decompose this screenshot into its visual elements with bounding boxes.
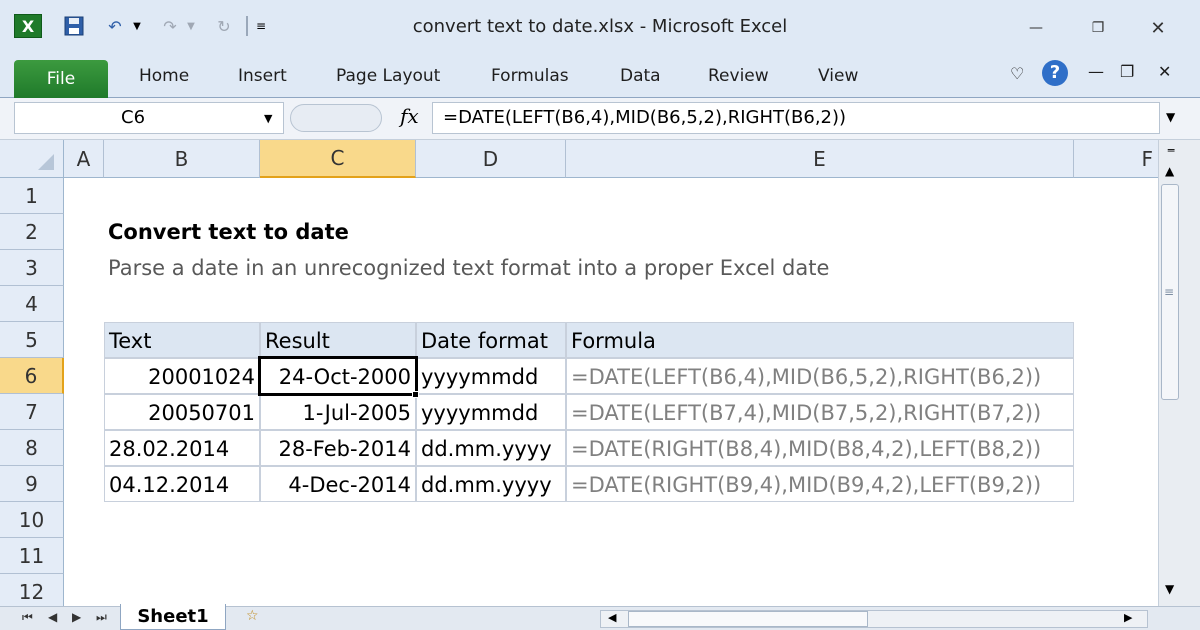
table-cell[interactable]: dd.mm.yyyy (416, 466, 566, 502)
active-cell-outline (258, 356, 418, 396)
row-header-7[interactable]: 7 (0, 394, 64, 430)
table-cell[interactable]: 1-Jul-2005 (260, 394, 416, 430)
column-header-c[interactable]: C (260, 140, 416, 178)
tab-page-layout[interactable]: Page Layout (336, 66, 440, 86)
sheet-subtitle[interactable]: Parse a date in an unrecognized text for… (104, 250, 833, 286)
scroll-down-icon[interactable]: ▼ (1165, 582, 1174, 596)
save-icon[interactable] (62, 14, 86, 38)
vertical-scroll-thumb[interactable]: ≡ (1161, 184, 1179, 400)
row-header-4[interactable]: 4 (0, 286, 64, 322)
redo-icon[interactable]: ↷ (156, 14, 184, 38)
help-icon[interactable]: ? (1042, 60, 1068, 86)
worksheet-grid[interactable]: A B C D E F 1 2 3 4 5 6 7 8 9 10 11 12 C… (0, 140, 1158, 606)
prev-sheet-icon[interactable]: ◀ (48, 610, 57, 624)
table-cell[interactable]: 28-Feb-2014 (260, 430, 416, 466)
chevron-down-icon[interactable]: ▼ (264, 112, 272, 125)
row-header-12[interactable]: 12 (0, 574, 64, 606)
fx-icon[interactable]: fx (400, 104, 419, 128)
separator (246, 16, 248, 36)
row-header-6[interactable]: 6 (0, 358, 64, 394)
ribbon-tab-bar: Home Insert Page Layout Formulas Data Re… (0, 52, 1200, 98)
tab-data[interactable]: Data (620, 66, 661, 86)
table-cell[interactable]: =DATE(LEFT(B7,4),MID(B7,5,2),RIGHT(B7,2)… (566, 394, 1074, 430)
column-header-d[interactable]: D (416, 140, 566, 178)
minimize-icon[interactable]: — (1024, 18, 1048, 38)
workbook-minimize-icon[interactable]: — (1088, 62, 1104, 81)
table-cell[interactable]: =DATE(RIGHT(B8,4),MID(B8,4,2),LEFT(B8,2)… (566, 430, 1074, 466)
tab-home[interactable]: Home (139, 66, 189, 86)
title-bar: X ↶ ▼ ↷ ▼ ↻ ≡ convert text to date.xlsx … (0, 0, 1200, 52)
table-cell[interactable]: 4-Dec-2014 (260, 466, 416, 502)
last-sheet-icon[interactable]: ⏭ (96, 610, 107, 625)
formula-bar: C6 ▼ fx =DATE(LEFT(B6,4),MID(B6,5,2),RIG… (0, 98, 1200, 140)
row-header-10[interactable]: 10 (0, 502, 64, 538)
chevron-down-icon[interactable]: ▼ (130, 14, 144, 38)
refresh-icon[interactable]: ↻ (210, 14, 238, 38)
table-cell[interactable]: 28.02.2014 (104, 430, 260, 466)
grip-icon: ≡ (1164, 285, 1175, 299)
scroll-left-icon[interactable]: ◀ (608, 611, 616, 624)
table-cell[interactable]: 20050701 (104, 394, 260, 430)
formula-bar-divider[interactable] (290, 104, 382, 132)
row-header-5[interactable]: 5 (0, 322, 64, 358)
expand-formula-bar-icon[interactable]: ▼ (1166, 110, 1175, 124)
chevron-down-icon[interactable]: ▼ (184, 14, 198, 38)
split-box-icon[interactable]: ═ (1163, 144, 1179, 158)
table-header-date-format[interactable]: Date format (416, 322, 566, 358)
table-cell[interactable]: yyyymmdd (416, 358, 566, 394)
tab-file[interactable]: File (14, 60, 108, 98)
table-cell[interactable]: dd.mm.yyyy (416, 430, 566, 466)
select-all-corner[interactable] (0, 140, 64, 178)
row-header-3[interactable]: 3 (0, 250, 64, 286)
table-header-text[interactable]: Text (104, 322, 260, 358)
row-header-8[interactable]: 8 (0, 430, 64, 466)
row-header-2[interactable]: 2 (0, 214, 64, 250)
workbook-restore-icon[interactable]: ❐ (1120, 62, 1134, 81)
scroll-up-icon[interactable]: ▲ (1165, 164, 1174, 178)
undo-icon[interactable]: ↶ (100, 14, 130, 38)
table-header-result[interactable]: Result (260, 322, 416, 358)
row-header-9[interactable]: 9 (0, 466, 64, 502)
next-sheet-icon[interactable]: ▶ (72, 610, 81, 624)
table-header-formula[interactable]: Formula (566, 322, 1074, 358)
tab-review[interactable]: Review (708, 66, 769, 86)
name-box[interactable]: C6 (14, 102, 284, 134)
tab-insert[interactable]: Insert (238, 66, 287, 86)
table-cell[interactable]: 04.12.2014 (104, 466, 260, 502)
column-header-f[interactable]: F (1074, 140, 1158, 178)
minimize-ribbon-icon[interactable]: ♡ (1010, 64, 1024, 83)
formula-input[interactable]: =DATE(LEFT(B6,4),MID(B6,5,2),RIGHT(B6,2)… (432, 102, 1160, 134)
row-header-1[interactable]: 1 (0, 178, 64, 214)
tab-view[interactable]: View (818, 66, 858, 86)
column-header-b[interactable]: B (104, 140, 260, 178)
first-sheet-icon[interactable]: ⏮ (22, 610, 33, 625)
scroll-right-icon[interactable]: ▶ (1124, 611, 1132, 624)
sheet-title[interactable]: Convert text to date (104, 214, 353, 250)
excel-logo-icon[interactable]: X (14, 14, 42, 38)
table-cell[interactable]: 20001024 (104, 358, 260, 394)
workbook-close-icon[interactable]: ✕ (1158, 62, 1171, 81)
restore-icon[interactable]: ❐ (1086, 18, 1110, 38)
table-cell[interactable]: =DATE(RIGHT(B9,4),MID(B9,4,2),LEFT(B9,2)… (566, 466, 1074, 502)
column-header-e[interactable]: E (566, 140, 1074, 178)
customize-qat-icon[interactable]: ≡ (252, 14, 270, 38)
close-icon[interactable]: ✕ (1146, 18, 1170, 39)
tab-formulas[interactable]: Formulas (491, 66, 569, 86)
row-header-11[interactable]: 11 (0, 538, 64, 574)
table-cell[interactable]: yyyymmdd (416, 394, 566, 430)
table-cell[interactable]: =DATE(LEFT(B6,4),MID(B6,5,2),RIGHT(B6,2)… (566, 358, 1074, 394)
sheet-tab-sheet1[interactable]: Sheet1 (120, 604, 226, 630)
horizontal-scroll-thumb[interactable] (628, 611, 868, 627)
insert-sheet-icon[interactable]: ☆ (246, 608, 259, 624)
fill-handle[interactable] (412, 391, 419, 398)
column-header-a[interactable]: A (64, 140, 104, 178)
